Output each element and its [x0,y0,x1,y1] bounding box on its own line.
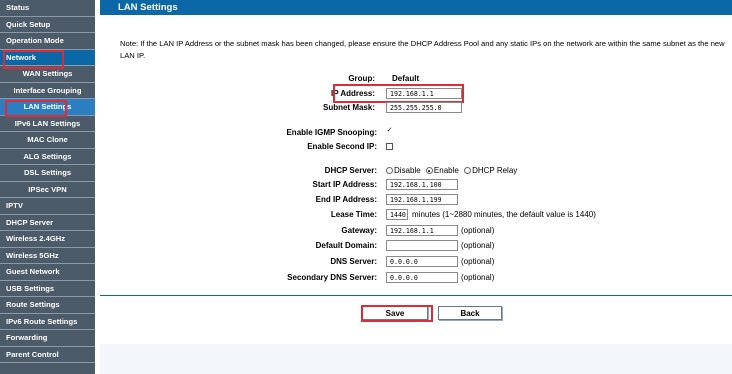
sidebar-subitem-ipv6-lan-settings[interactable]: IPv6 LAN Settings [0,116,95,132]
sidebar-subitem-alg-settings[interactable]: ALG Settings [0,149,95,165]
sidebar-item-dhcp-server[interactable]: DHCP Server [0,215,95,231]
divider [100,295,732,296]
dhcp-disable-label: Disable [394,166,421,175]
secondary-dns-label: Secondary DNS Server: [287,273,377,282]
page-title: LAN Settings [100,0,732,15]
sidebar-subitem-lan-settings[interactable]: LAN Settings [0,99,95,116]
dhcp-server-label: DHCP Server: [324,166,377,175]
dhcp-relay-label: DHCP Relay [472,166,518,175]
default-domain-label: Default Domain: [315,241,377,250]
start-ip-input[interactable]: 192.168.1.100 [386,179,458,190]
ip-address-label: IP Address: [330,89,375,98]
subnet-mask-row: Subnet Mask: [100,101,375,114]
gateway-input[interactable]: 192.168.1.1 [386,225,458,236]
sidebar-item-operation-mode[interactable]: Operation Mode [0,33,95,50]
second-ip-checkbox[interactable] [386,143,393,150]
end-ip-input[interactable]: 192.168.1.199 [386,194,458,205]
sidebar-subitem-dsl-settings[interactable]: DSL Settings [0,165,95,182]
save-button[interactable]: Save [362,306,428,320]
sidebar-item-route-settings[interactable]: Route Settings [0,297,95,314]
dhcp-disable-radio[interactable] [386,167,393,174]
group-label: Group: [348,74,375,83]
sidebar-subitem-ipsec-vpn[interactable]: IPSec VPN [0,182,95,198]
second-ip-label: Enable Second IP: [307,142,377,151]
subnet-mask-input[interactable]: 255.255.255.0 [386,102,462,113]
sidebar-item-wireless-5ghz[interactable]: Wireless 5GHz [0,248,95,264]
start-ip-label: Start IP Address: [312,180,377,189]
end-ip-row: End IP Address: [100,193,377,206]
dhcp-server-row: DHCP Server: [100,164,377,177]
dhcp-enable-radio[interactable] [425,167,433,174]
secondary-dns-row: Secondary DNS Server: [100,271,377,284]
main-content: LAN Settings Note: If the LAN IP Address… [100,0,732,374]
lan-note-text: Note: If the LAN IP Address or the subne… [120,39,725,60]
subnet-mask-label: Subnet Mask: [322,103,375,112]
sidebar-item-guest-network[interactable]: Guest Network [0,264,95,281]
page-footer [100,344,732,374]
domain-optional: (optional) [461,241,495,250]
end-ip-label: End IP Address: [315,195,377,204]
lease-time-row: Lease Time: [100,208,377,221]
dns-server-input[interactable]: 0.0.0.0 [386,256,458,267]
sidebar-subitem-wan-settings[interactable]: WAN Settings [0,66,95,83]
sidebar-nav: Status Quick Setup Operation Mode Networ… [0,0,95,374]
back-button[interactable]: Back [438,306,502,320]
group-row: Group: [100,72,375,85]
igmp-snooping-label: Enable IGMP Snooping: [286,128,377,137]
lease-time-label: Lease Time: [330,210,377,219]
secondary-dns-input[interactable]: 0.0.0.0 [386,272,458,283]
sidebar-item-network[interactable]: Network [0,49,95,66]
igmp-snooping-checkbox[interactable]: ✓ [386,127,393,135]
igmp-row: Enable IGMP Snooping: [100,126,377,139]
ip-address-row: IP Address: [100,87,375,100]
sidebar-item-quick-setup[interactable]: Quick Setup [0,17,95,33]
sidebar-item-usb-settings[interactable]: USB Settings [0,281,95,297]
domain-row: Default Domain: [100,239,377,252]
ip-address-input[interactable]: 192.168.1.1 [386,88,462,99]
secondary-dns-optional: (optional) [461,273,495,282]
dns-row: DNS Server: [100,255,377,268]
lease-time-input[interactable]: 1440 [386,209,408,220]
gateway-label: Gateway: [341,226,377,235]
gateway-optional: (optional) [461,226,495,235]
sidebar-item-status[interactable]: Status [0,0,95,17]
group-value: Default [392,74,420,83]
dns-optional: (optional) [461,257,495,266]
dns-server-label: DNS Server: [330,257,377,266]
sidebar-item-ipv6-route-settings[interactable]: IPv6 Route Settings [0,314,95,330]
sidebar-item-forwarding[interactable]: Forwarding [0,330,95,347]
dhcp-radio-group: Disable Enable DHCP Relay [386,164,517,177]
sidebar-item-parent-control[interactable]: Parent Control [0,347,95,363]
dhcp-enable-label: Enable [433,166,459,175]
sidebar-item-iptv[interactable]: IPTV [0,198,95,215]
start-ip-row: Start IP Address: [100,178,377,191]
lease-time-hint: minutes (1~2880 minutes, the default val… [412,210,596,219]
gateway-row: Gateway: [100,224,377,237]
dhcp-relay-radio[interactable] [464,167,472,174]
sidebar-item-wireless-24ghz[interactable]: Wireless 2.4GHz [0,231,95,248]
default-domain-input[interactable] [386,240,458,251]
sidebar-subitem-interface-grouping[interactable]: Interface Grouping [0,83,95,99]
sidebar-subitem-mac-clone[interactable]: MAC Clone [0,132,95,149]
second-ip-row: Enable Second IP: [100,140,377,153]
